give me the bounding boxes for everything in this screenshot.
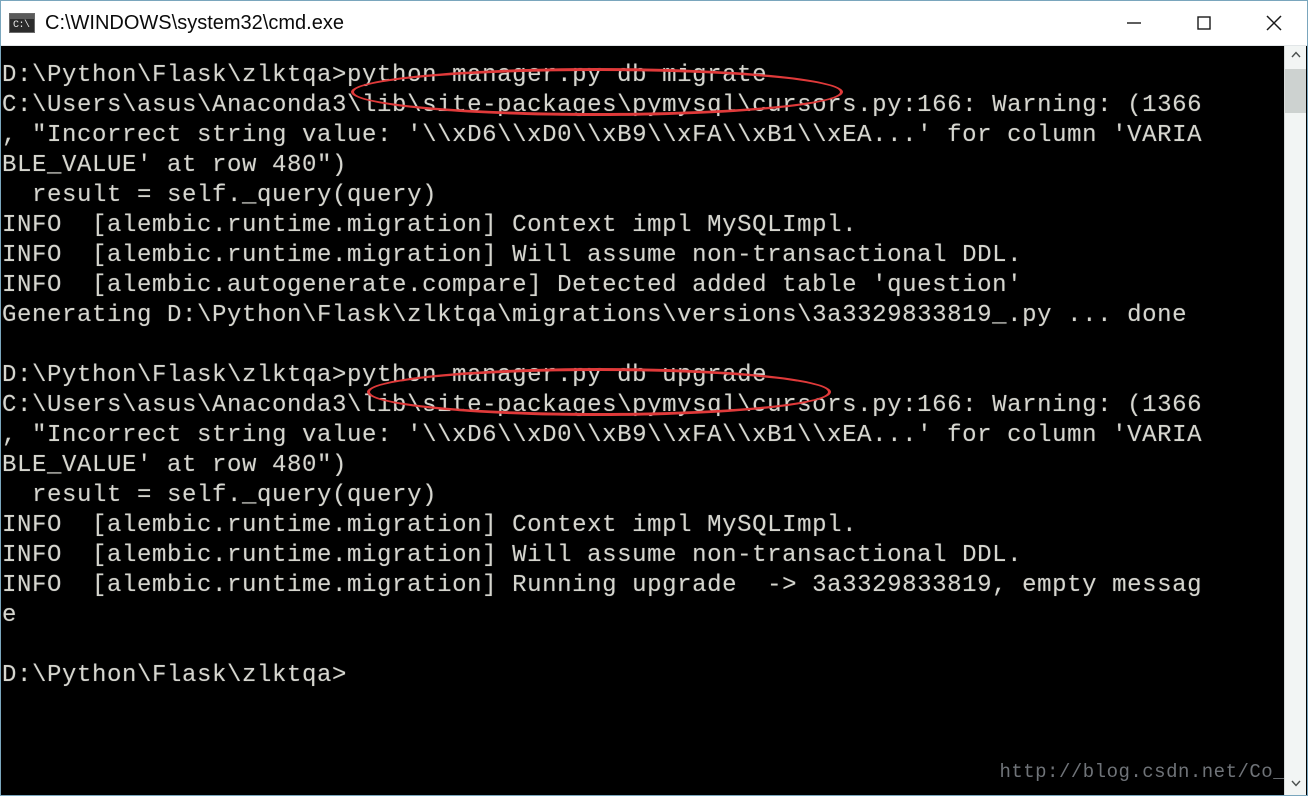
console-line: INFO [alembic.runtime.migration] Running… bbox=[2, 572, 1203, 599]
console-line: D:\Python\Flask\zlktqa>python manager.py… bbox=[2, 362, 768, 389]
cmd-console-icon: C:\ bbox=[9, 13, 35, 33]
console-line: C:\Users\asus\Anaconda3\lib\site-package… bbox=[2, 392, 1203, 419]
scroll-up-button[interactable] bbox=[1285, 46, 1306, 68]
chevron-up-icon bbox=[1289, 48, 1303, 67]
chevron-down-icon bbox=[1289, 776, 1303, 795]
console-line: INFO [alembic.runtime.migration] Context… bbox=[2, 212, 858, 239]
console-text: D:\Python\Flask\zlktqa>python manager.py… bbox=[2, 61, 1290, 691]
console-line: , "Incorrect string value: '\\xD6\\xD0\\… bbox=[2, 422, 1203, 449]
console-line: , "Incorrect string value: '\\xD6\\xD0\\… bbox=[2, 122, 1203, 149]
cmd-window: C:\ C:\WINDOWS\system32\cmd.exe D:\Pytho… bbox=[0, 0, 1308, 796]
console-line: e bbox=[2, 602, 18, 629]
console-line: INFO [alembic.runtime.migration] Context… bbox=[2, 512, 858, 539]
maximize-button[interactable] bbox=[1169, 1, 1239, 45]
scroll-down-button[interactable] bbox=[1285, 774, 1306, 795]
console-line: Generating D:\Python\Flask\zlktqa\migrat… bbox=[2, 302, 1188, 329]
console-line: INFO [alembic.runtime.migration] Will as… bbox=[2, 242, 1023, 269]
console-line: BLE_VALUE' at row 480") bbox=[2, 152, 348, 179]
close-icon bbox=[1262, 11, 1286, 35]
scrollbar-thumb[interactable] bbox=[1285, 69, 1306, 113]
console-line: BLE_VALUE' at row 480") bbox=[2, 452, 348, 479]
icon-prompt-glyph: C:\ bbox=[13, 20, 30, 31]
console-line: INFO [alembic.runtime.migration] Will as… bbox=[2, 542, 1023, 569]
console-line: INFO [alembic.autogenerate.compare] Dete… bbox=[2, 272, 1023, 299]
console-line: D:\Python\Flask\zlktqa> bbox=[2, 662, 348, 689]
minimize-button[interactable] bbox=[1099, 1, 1169, 45]
console-line: C:\Users\asus\Anaconda3\lib\site-package… bbox=[2, 92, 1203, 119]
console-line: result = self._query(query) bbox=[2, 182, 438, 209]
window-title: C:\WINDOWS\system32\cmd.exe bbox=[45, 11, 344, 34]
close-button[interactable] bbox=[1239, 1, 1307, 45]
icon-titlebar-strip bbox=[10, 14, 34, 19]
vertical-scrollbar[interactable] bbox=[1284, 46, 1306, 795]
window-titlebar: C:\ C:\WINDOWS\system32\cmd.exe bbox=[1, 1, 1307, 46]
console-line: D:\Python\Flask\zlktqa>python manager.py… bbox=[2, 62, 768, 89]
minimize-icon bbox=[1123, 12, 1145, 34]
maximize-icon bbox=[1193, 12, 1215, 34]
console-line: result = self._query(query) bbox=[2, 482, 438, 509]
console-output-area[interactable]: D:\Python\Flask\zlktqa>python manager.py… bbox=[2, 46, 1290, 795]
watermark-url: http://blog.csdn.net/Co_2 bbox=[999, 761, 1297, 783]
